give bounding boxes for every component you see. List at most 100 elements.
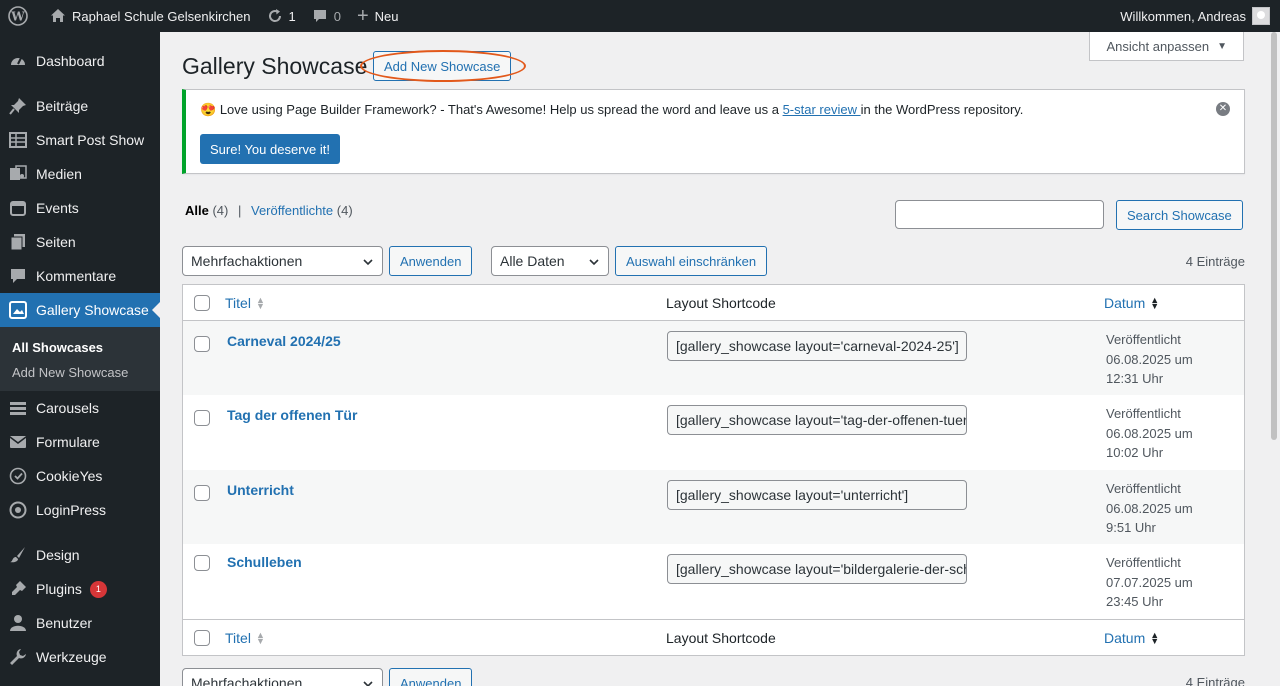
new-content-link[interactable]: + Neu	[349, 0, 407, 32]
submenu-add-new-showcase[interactable]: Add New Showcase	[0, 360, 160, 385]
filter-published-count: (4)	[336, 203, 353, 218]
sort-by-date[interactable]: Datum ▲ ▼	[1104, 295, 1159, 311]
sidebar-item-cookieyes[interactable]: CookieYes	[0, 459, 160, 493]
row-title-link[interactable]: Unterricht	[227, 482, 294, 498]
shortcode-field[interactable]: [gallery_showcase layout='unterricht']	[667, 480, 967, 510]
shortcode-field[interactable]: [gallery_showcase layout='carneval-2024-…	[667, 331, 967, 361]
date-cell: Veröffentlicht 06.08.2025 um 12:31 Uhr	[1106, 332, 1193, 386]
comment-icon	[8, 266, 28, 286]
bulk-actions-select-bottom[interactable]: Mehrfachaktionen	[182, 668, 383, 686]
apply-button-bottom[interactable]: Anwenden	[389, 668, 473, 686]
row-title-link[interactable]: Carneval 2024/25	[227, 333, 341, 349]
scrollbar-thumb[interactable]	[1271, 32, 1277, 440]
apply-button[interactable]: Anwenden	[389, 246, 473, 276]
bulk-actions-select[interactable]: Mehrfachaktionen	[182, 246, 383, 276]
filter-button[interactable]: Auswahl einschränken	[615, 246, 768, 276]
submenu-all-showcases[interactable]: All Showcases	[0, 335, 160, 360]
sidebar-item-dashboard[interactable]: Dashboard	[0, 44, 160, 78]
sidebar-item-loginpress[interactable]: LoginPress	[0, 493, 160, 527]
grid-icon	[8, 130, 28, 150]
user-icon	[8, 613, 28, 633]
sure-button[interactable]: Sure! You deserve it!	[200, 134, 340, 164]
review-notice: 😍 Love using Page Builder Framework? - T…	[182, 89, 1245, 174]
filter-all-count: (4)	[212, 203, 229, 218]
sort-by-title[interactable]: Titel ▲ ▼	[225, 295, 265, 311]
loginpress-icon	[8, 500, 28, 520]
five-star-review-link[interactable]: 5-star review	[783, 102, 861, 117]
svg-text:W: W	[10, 10, 25, 24]
row-checkbox[interactable]	[194, 485, 210, 501]
caret-down-icon: ▼	[1217, 40, 1227, 52]
plus-icon: +	[356, 5, 369, 27]
sidebar-item-smart-post-show[interactable]: Smart Post Show	[0, 123, 160, 157]
wrench-icon	[8, 647, 28, 667]
cookie-icon	[8, 466, 28, 486]
sidebar-item-carousels[interactable]: Carousels	[0, 391, 160, 425]
select-all-checkbox[interactable]	[194, 630, 210, 646]
sidebar-item-plugins[interactable]: Plugins 1	[0, 572, 160, 606]
select-all-checkbox[interactable]	[194, 295, 210, 311]
screen-options-button[interactable]: Ansicht anpassen ▼	[1089, 32, 1244, 61]
row-title-link[interactable]: Tag der offenen Tür	[227, 407, 357, 423]
sort-icon: ▲ ▼	[1150, 295, 1160, 311]
sidebar-item-medien[interactable]: Medien	[0, 157, 160, 191]
site-name-link[interactable]: Raphael Schule Gelsenkirchen	[42, 0, 259, 32]
updates-count: 1	[288, 8, 296, 24]
comments-link[interactable]: 0	[304, 0, 349, 32]
chevron-down-icon	[363, 681, 373, 686]
sort-by-date[interactable]: Datum ▲ ▼	[1104, 630, 1159, 646]
home-icon	[50, 8, 66, 24]
gallery-submenu: All Showcases Add New Showcase	[0, 327, 160, 391]
dismiss-notice-icon[interactable]: ✕	[1216, 102, 1230, 116]
account-menu[interactable]: Willkommen, Andreas	[1120, 7, 1280, 25]
sidebar-item-kommentare[interactable]: Kommentare	[0, 259, 160, 293]
sidebar-item-formulare[interactable]: Formulare	[0, 425, 160, 459]
sort-by-title[interactable]: Titel ▲ ▼	[225, 630, 265, 646]
row-checkbox[interactable]	[194, 555, 210, 571]
sidebar-item-beitraege[interactable]: Beiträge	[0, 89, 160, 123]
shortcode-field[interactable]: [gallery_showcase layout='bildergalerie-…	[667, 554, 967, 584]
table-row: Schulleben [gallery_showcase layout='bil…	[183, 544, 1244, 619]
sidebar-item-design[interactable]: Design	[0, 538, 160, 572]
table-row: Carneval 2024/25 [gallery_showcase layou…	[183, 321, 1244, 395]
notice-message: 😍 Love using Page Builder Framework? - T…	[200, 102, 1024, 117]
table-footer: Titel ▲ ▼ Layout Shortcode Datum ▲ ▼	[183, 619, 1244, 655]
date-cell: Veröffentlicht 06.08.2025 um 10:02 Uhr	[1106, 406, 1193, 460]
table-row: Unterricht [gallery_showcase layout='unt…	[183, 470, 1244, 544]
dates-select[interactable]: Alle Daten	[491, 246, 609, 276]
table-row: Tag der offenen Tür [gallery_showcase la…	[183, 395, 1244, 470]
updates-link[interactable]: 1	[259, 0, 304, 32]
wordpress-icon: W	[8, 6, 28, 26]
search-showcase-button[interactable]: Search Showcase	[1116, 200, 1243, 230]
sidebar-item-seiten[interactable]: Seiten	[0, 225, 160, 259]
sidebar-item-benutzer[interactable]: Benutzer	[0, 606, 160, 640]
table-header: Titel ▲ ▼ Layout Shortcode Datum ▲ ▼	[183, 285, 1244, 321]
sidebar-item-werkzeuge[interactable]: Werkzeuge	[0, 640, 160, 674]
new-label: Neu	[374, 8, 399, 24]
add-new-showcase-button[interactable]: Add New Showcase	[373, 51, 512, 81]
pages-icon	[8, 232, 28, 252]
sidebar-item-events[interactable]: Events	[0, 191, 160, 225]
sidebar-item-gallery-showcase[interactable]: Gallery Showcase	[0, 293, 160, 327]
col-shortcode-header: Layout Shortcode	[666, 295, 776, 311]
shortcode-field[interactable]: [gallery_showcase layout='tag-der-offene…	[667, 405, 967, 435]
scrollbar[interactable]	[1268, 32, 1280, 686]
site-name: Raphael Schule Gelsenkirchen	[72, 8, 251, 24]
row-checkbox[interactable]	[194, 410, 210, 426]
filter-published-link[interactable]: Veröffentlichte	[251, 203, 333, 218]
status-filter-links: Alle (4) | Veröffentlichte (4)	[185, 203, 353, 218]
dashboard-icon	[8, 51, 28, 71]
wordpress-logo-button[interactable]: W	[0, 0, 42, 32]
admin-bar: W Raphael Schule Gelsenkirchen 1 0 + Neu…	[0, 0, 1280, 32]
comment-icon	[312, 8, 328, 24]
chevron-down-icon	[589, 259, 599, 266]
gallery-icon	[8, 300, 28, 320]
row-title-link[interactable]: Schulleben	[227, 554, 302, 570]
row-checkbox[interactable]	[194, 336, 210, 352]
refresh-icon	[267, 8, 283, 24]
welcome-text: Willkommen, Andreas	[1120, 8, 1246, 24]
filter-all-link[interactable]: Alle	[185, 203, 209, 218]
comments-count: 0	[333, 8, 341, 24]
search-input[interactable]	[895, 200, 1104, 229]
admin-sidebar: Dashboard Beiträge Smart Post Show Medie…	[0, 32, 160, 686]
